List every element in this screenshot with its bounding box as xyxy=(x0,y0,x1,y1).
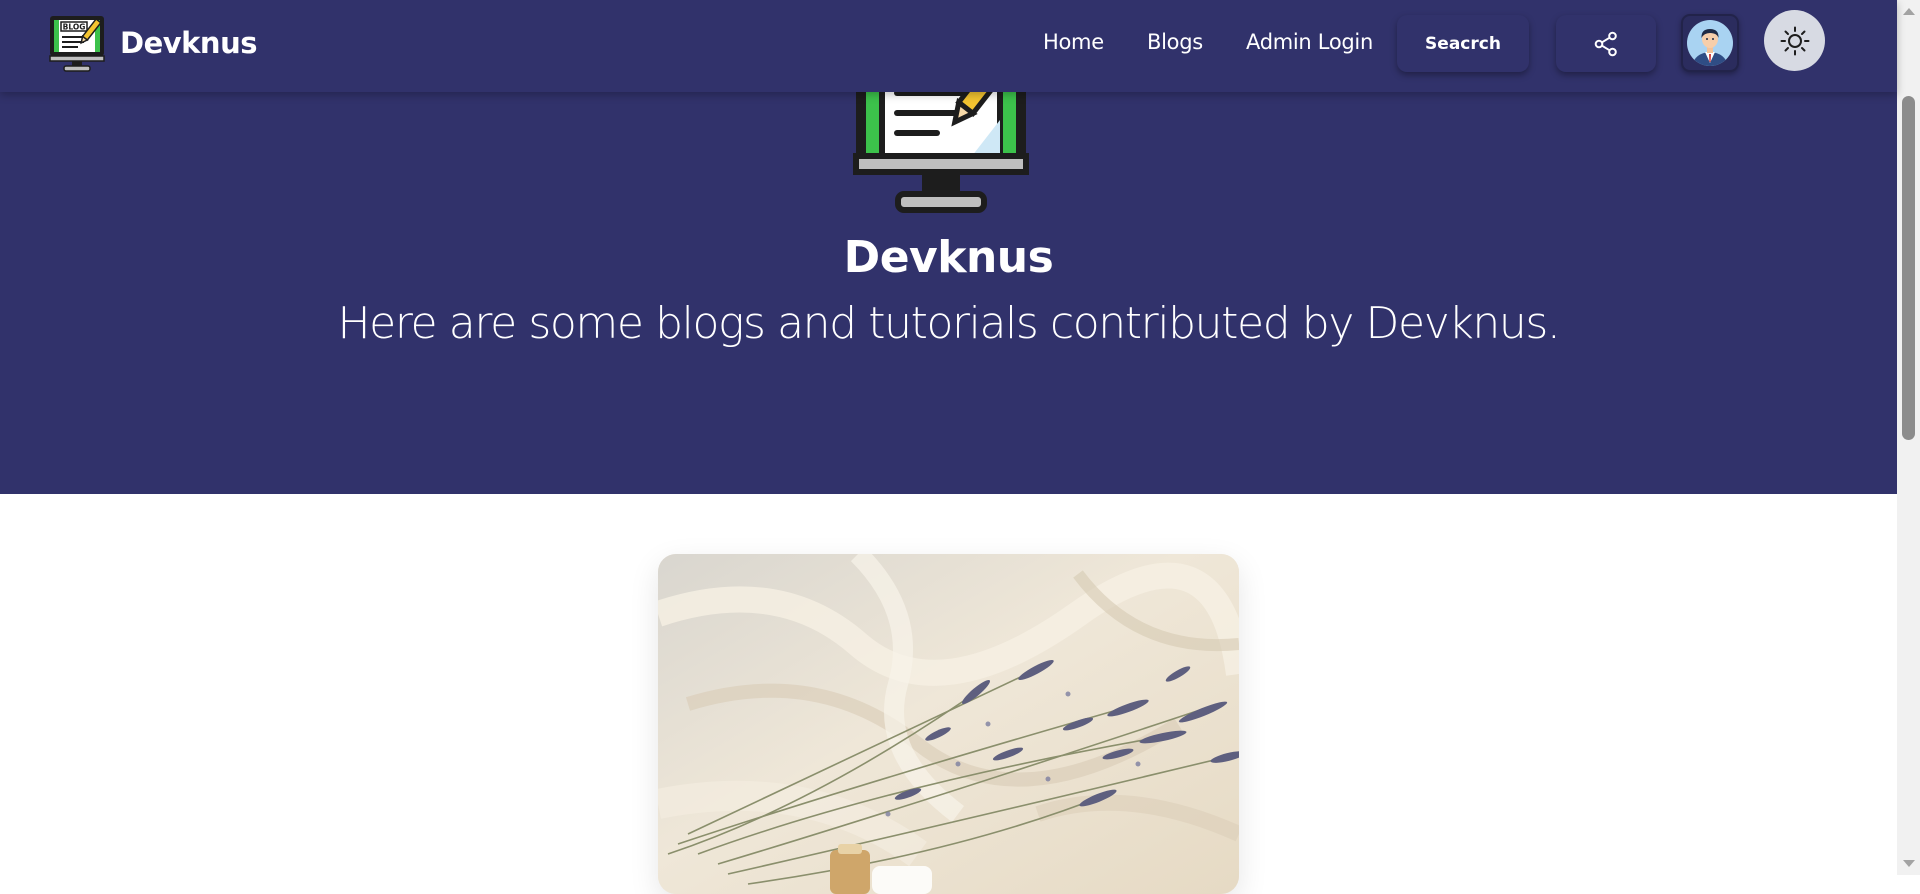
blog-logo-icon: BLOG xyxy=(49,16,105,72)
featured-blog-card[interactable] xyxy=(658,554,1239,894)
share-icon xyxy=(1594,31,1617,56)
share-button[interactable] xyxy=(1556,15,1656,72)
brand-name: Devknus xyxy=(120,26,257,60)
sun-icon xyxy=(1780,26,1809,55)
user-avatar-icon xyxy=(1687,20,1733,66)
scroll-down-arrow-icon[interactable] xyxy=(1903,860,1915,867)
nav-home-link[interactable]: Home xyxy=(1043,30,1104,54)
nav-blogs-link[interactable]: Blogs xyxy=(1147,30,1203,54)
theme-toggle-button[interactable] xyxy=(1764,10,1825,71)
user-avatar-button[interactable] xyxy=(1681,14,1739,72)
top-navigation-bar: BLOG Devknus Home Blogs Admin Login Seac… xyxy=(0,0,1897,92)
svg-text:BLOG: BLOG xyxy=(63,23,86,32)
page-scrollbar[interactable] xyxy=(1897,0,1920,875)
scrollbar-thumb[interactable] xyxy=(1902,96,1915,440)
nav-admin-login-link[interactable]: Admin Login xyxy=(1246,30,1373,54)
search-button-label: Seacrch xyxy=(1425,33,1501,54)
brand-link[interactable]: BLOG Devknus xyxy=(48,14,257,72)
hero-subtitle: Here are some blogs and tutorials contri… xyxy=(337,298,1560,349)
hero-title: Devknus xyxy=(843,232,1054,283)
featured-blog-image xyxy=(658,554,1239,894)
search-button[interactable]: Seacrch xyxy=(1397,15,1529,72)
scroll-up-arrow-icon[interactable] xyxy=(1903,8,1915,15)
